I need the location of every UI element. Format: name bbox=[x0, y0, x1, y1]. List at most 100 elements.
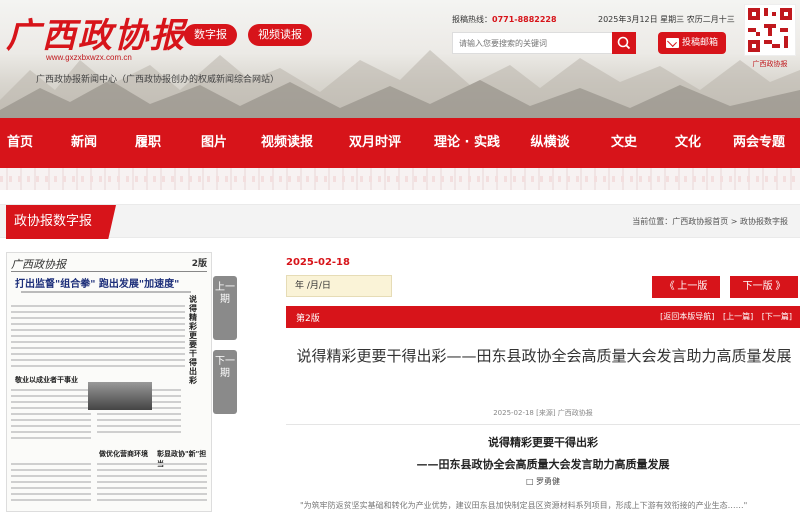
paper-text-line bbox=[11, 401, 91, 403]
nav-duties[interactable]: 履职 bbox=[126, 118, 170, 168]
paper-deck bbox=[21, 291, 191, 293]
submit-email-button[interactable]: 投稿邮箱 bbox=[658, 32, 726, 54]
breadcrumb: 当前位置：广西政协报首页 > 政协报数字报 bbox=[632, 217, 788, 226]
paper-headline: 打出监督"组合拳" 跑出发展"加速度" bbox=[15, 279, 180, 290]
qr-label: 广西政协报 bbox=[752, 60, 788, 68]
paper-text-line bbox=[11, 353, 185, 355]
article-body: "为筑牢防返贫坚实基础和转化为产业优势，建议田东县加快制定县区资源材料系列项目，… bbox=[300, 501, 748, 510]
prev-edition-button[interactable]: 《 上一版 bbox=[652, 276, 720, 298]
body-subtitle: ——田东县政协全会高质量大会发言助力高质量发展 bbox=[416, 458, 670, 471]
paper-text-line bbox=[11, 335, 185, 337]
paper-text-line bbox=[11, 305, 185, 307]
nav-history[interactable]: 文史 bbox=[604, 118, 644, 168]
paper-text-line bbox=[97, 463, 207, 465]
article-meta: 2025-02-18 [来源] 广西政协报 bbox=[493, 409, 593, 417]
paper-text-line bbox=[11, 463, 91, 465]
paper-text-line bbox=[97, 431, 181, 433]
paper-text-line bbox=[11, 365, 185, 367]
digital-paper-button[interactable]: 数字报 bbox=[184, 24, 237, 46]
nav-decoration bbox=[0, 168, 800, 190]
search-box bbox=[452, 32, 636, 54]
paper-text-line bbox=[11, 359, 185, 361]
nav-theory[interactable]: 理论 · 实践 bbox=[426, 118, 508, 168]
next-article-link[interactable]: [下一篇] bbox=[762, 312, 792, 321]
paper-text-line bbox=[11, 437, 91, 439]
paper-text-line bbox=[11, 493, 91, 495]
paper-text-line bbox=[97, 419, 181, 421]
current-date: 2025年3月12日 星期三 农历二月十三 bbox=[598, 15, 735, 24]
paper-text-line bbox=[97, 475, 207, 477]
paper-text-line bbox=[11, 323, 185, 325]
section-tab[interactable]: 政协报数字报 bbox=[6, 205, 116, 239]
paper-text-line bbox=[11, 431, 91, 433]
paper-masthead: 广西政协报 bbox=[11, 258, 66, 271]
nav-pictures[interactable]: 图片 bbox=[192, 118, 236, 168]
date-picker-input[interactable]: 年 /月/日 bbox=[286, 275, 392, 297]
nav-bimonthly[interactable]: 双月时评 bbox=[340, 118, 410, 168]
paper-text-line bbox=[97, 425, 181, 427]
article-title: 说得精彩更要干得出彩——田东县政协全会高质量大会发言助力高质量发展 bbox=[296, 347, 792, 365]
qr-code-image bbox=[748, 8, 792, 52]
site-header: 广西政协报 www.gxzxbxwzx.com.cn 广西政协报新闻中心（广西政… bbox=[0, 0, 800, 118]
nav-culture[interactable]: 文化 bbox=[668, 118, 708, 168]
paper-text-line bbox=[11, 425, 91, 427]
paper-text-line bbox=[11, 499, 91, 501]
prev-article-link[interactable]: [上一篇] bbox=[723, 312, 753, 321]
paper-side-headline: 说得精彩更要干得出彩 bbox=[189, 295, 197, 385]
paper-text-line bbox=[11, 329, 185, 331]
paper-text-line bbox=[11, 487, 91, 489]
nav-home[interactable]: 首页 bbox=[0, 118, 40, 168]
section-bar: 政协报数字报 当前位置：广西政协报首页 > 政协报数字报 bbox=[0, 204, 800, 239]
next-issue-button[interactable]: 下一期 bbox=[213, 350, 237, 414]
main-nav: 首页 新闻 履职 图片 视频读报 双月时评 理论 · 实践 纵横谈 文史 文化 … bbox=[0, 118, 800, 168]
site-subtitle: 广西政协报新闻中心（广西政协报创办的权威新闻综合网站） bbox=[36, 75, 280, 85]
nav-news[interactable]: 新闻 bbox=[62, 118, 106, 168]
video-reading-button[interactable]: 视频读报 bbox=[248, 24, 312, 46]
search-input[interactable] bbox=[453, 33, 613, 53]
site-logo[interactable]: 广西政协报 bbox=[6, 8, 186, 57]
paper-text-line bbox=[97, 487, 207, 489]
page-links: [返回本版导航] [上一篇] [下一篇] bbox=[654, 311, 792, 322]
next-edition-button[interactable]: 下一版 》 bbox=[730, 276, 798, 298]
mail-icon bbox=[666, 38, 679, 48]
divider bbox=[286, 424, 800, 425]
paper-text-line bbox=[97, 499, 207, 501]
paper-text-line bbox=[11, 317, 185, 319]
hotline: 报稿热线：0771-8882228 bbox=[452, 14, 557, 25]
paper-text-line bbox=[11, 395, 91, 397]
paper-text-line bbox=[11, 347, 185, 349]
paper-text-line bbox=[11, 341, 185, 343]
paper-subheadline: 做优化营商环境 bbox=[99, 450, 148, 458]
paper-text-line bbox=[11, 475, 91, 477]
paper-photo bbox=[88, 382, 152, 410]
site-url: www.gxzxbxwzx.com.cn bbox=[46, 53, 132, 62]
paper-text-line bbox=[11, 389, 91, 391]
issue-date: 2025-02-18 bbox=[286, 257, 350, 268]
submit-email-label: 投稿邮箱 bbox=[682, 38, 719, 48]
paper-text-line bbox=[11, 481, 91, 483]
prev-issue-button[interactable]: 上一期 bbox=[213, 276, 237, 340]
paper-text-line bbox=[11, 419, 91, 421]
paper-text-line bbox=[11, 413, 91, 415]
paper-subheadline: 彰显政协"新"担当 bbox=[157, 450, 207, 468]
paper-text-line bbox=[11, 311, 185, 313]
page-bar: 第2版 [返回本版导航] [上一篇] [下一篇] bbox=[286, 306, 800, 328]
paper-text-line bbox=[97, 469, 207, 471]
paper-page-number: 2版 bbox=[191, 259, 207, 269]
search-icon bbox=[617, 36, 631, 50]
paper-text-line bbox=[97, 481, 207, 483]
paper-text-line bbox=[11, 407, 91, 409]
paper-text-line bbox=[11, 469, 91, 471]
article-author: □ 罗勇健 bbox=[525, 477, 561, 486]
body-title: 说得精彩更要干得出彩 bbox=[488, 436, 598, 449]
paper-rule bbox=[11, 271, 207, 272]
search-button[interactable] bbox=[612, 32, 636, 54]
qr-code bbox=[744, 4, 796, 56]
paper-text-line bbox=[97, 413, 181, 415]
nav-commentary[interactable]: 纵横谈 bbox=[522, 118, 578, 168]
paper-subheadline: 敬业以成业者干事业 bbox=[15, 376, 78, 384]
nav-video[interactable]: 视频读报 bbox=[252, 118, 322, 168]
nav-two-sessions[interactable]: 两会专题 bbox=[726, 118, 792, 168]
back-to-nav-link[interactable]: [返回本版导航] bbox=[660, 312, 714, 321]
page-label: 第2版 bbox=[296, 314, 320, 324]
